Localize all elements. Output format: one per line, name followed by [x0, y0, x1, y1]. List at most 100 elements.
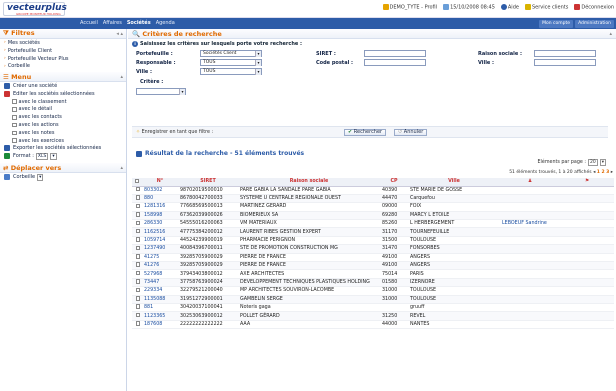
panel-tools[interactable]: ▴ — [120, 74, 123, 80]
row-checkbox[interactable] — [132, 311, 142, 321]
table-row[interactable]: 1059714 44524239900019 PHARMACIE PÉRIGNON 3… — [132, 236, 614, 246]
cell-number[interactable]: 1059714 — [142, 236, 178, 246]
tab-0[interactable]: Accueil — [80, 20, 98, 26]
cell-raison-sociale[interactable]: GAMBELIN SERGE — [238, 295, 380, 304]
next-icon[interactable]: ▸ — [611, 170, 613, 175]
responsable-select[interactable]: TOUS ▾ — [200, 59, 262, 66]
row-checkbox[interactable] — [132, 194, 142, 204]
menu-option[interactable]: avec les contacts — [0, 113, 126, 121]
tab-3[interactable]: Agenda — [156, 20, 175, 26]
cell-contact[interactable] — [500, 311, 560, 321]
row-checkbox[interactable] — [132, 320, 142, 330]
row-checkbox[interactable] — [132, 295, 142, 304]
menu-item[interactable]: Créer une société — [0, 82, 126, 90]
row-checkbox[interactable] — [132, 227, 142, 237]
table-row[interactable]: 41275 39285705900029 PIERRE DE FRANCE 49100… — [132, 253, 614, 263]
raison-sociale-input[interactable] — [534, 50, 596, 57]
row-checkbox[interactable] — [132, 244, 142, 254]
cell-raison-sociale[interactable]: AAA — [238, 320, 380, 330]
checkbox[interactable] — [12, 122, 17, 128]
table-row[interactable]: 41276 39285705900029 PIERRE DE FRANCE 49100… — [132, 261, 614, 271]
checkbox[interactable] — [12, 115, 17, 120]
table-row[interactable]: 1162516 47775384200012 LAURENT RIBES GESTI… — [132, 227, 614, 237]
row-checkbox[interactable] — [132, 278, 142, 288]
cell-contact[interactable] — [500, 227, 560, 237]
col-cp[interactable]: CP — [380, 178, 408, 187]
menu-item[interactable]: Exporter les sociétés sélectionnées — [0, 145, 126, 153]
cell-number[interactable]: 880 — [142, 194, 178, 204]
cell-number[interactable]: 41276 — [142, 261, 178, 271]
cell-number[interactable]: 1123365 — [142, 311, 178, 321]
cell-raison-sociale[interactable]: PIERRE DE FRANCE — [238, 261, 380, 271]
prev-icon[interactable]: ◂ — [593, 170, 595, 175]
cell-contact[interactable] — [500, 202, 560, 212]
tab-1[interactable]: Affaires — [103, 20, 122, 26]
row-checkbox[interactable] — [132, 253, 142, 263]
cell-contact[interactable] — [500, 269, 560, 279]
format-dropdown-arrow[interactable]: ▾ — [50, 152, 57, 160]
panel-tools[interactable]: ◂ ▴ — [116, 31, 123, 37]
move-dropdown-arrow[interactable]: ▾ — [37, 173, 44, 181]
cell-raison-sociale[interactable]: SYSTEME U CENTRALE REGIONALE OUEST — [238, 194, 380, 204]
cell-number[interactable]: 187608 — [142, 320, 178, 330]
row-checkbox[interactable] — [132, 186, 142, 195]
per-page-dropdown-arrow[interactable]: ▾ — [599, 159, 606, 166]
pager[interactable]: ◂ 1 2 3 ▸ — [593, 170, 613, 175]
cell-contact[interactable] — [500, 211, 560, 221]
cell-raison-sociale[interactable]: STE DE PROMOTION CONSTRUCTION MG — [238, 244, 380, 254]
cell-raison-sociale[interactable]: PHARMACIE PÉRIGNON — [238, 236, 380, 246]
cell-raison-sociale[interactable]: AXE ARCHITECTES — [238, 269, 380, 279]
row-checkbox[interactable] — [132, 261, 142, 271]
col-raison-sociale[interactable]: Raison sociale — [238, 178, 380, 187]
checkbox[interactable] — [12, 99, 17, 104]
cell-raison-sociale[interactable]: VM MATERIAUX — [238, 219, 380, 229]
cell-contact[interactable] — [500, 261, 560, 271]
vecteurplus-logo[interactable]: vecteurplus GROUPE MONITEUR HOLDING — [3, 2, 67, 16]
cell-contact[interactable] — [500, 286, 560, 296]
cell-number[interactable]: 229334 — [142, 286, 178, 296]
tab-2[interactable]: Sociétés — [127, 20, 151, 26]
logout-link[interactable]: Déconnexion — [574, 4, 614, 11]
cell-raison-sociale[interactable]: Noteris gaga — [238, 303, 380, 313]
cell-contact[interactable] — [500, 244, 560, 254]
menu-option[interactable]: avec les actions — [0, 121, 126, 129]
select-all-checkbox[interactable] — [132, 178, 142, 187]
format-select[interactable]: XLS — [35, 152, 49, 160]
cell-raison-sociale[interactable]: POLLET GÉRARD — [238, 311, 380, 321]
cell-number[interactable]: 1162516 — [142, 227, 178, 237]
user-profile-link[interactable]: DEMO_TYTE - Profil — [382, 4, 437, 11]
cell-number[interactable]: 1281316 — [142, 202, 178, 212]
table-row[interactable]: 1237490 40084396700011 STE DE PROMOTION CO… — [132, 244, 614, 254]
menu-item[interactable]: Editer les sociétés sélectionnées — [0, 90, 126, 98]
menu-option[interactable]: avec le classement — [0, 98, 126, 106]
table-row[interactable]: 229334 32279521200040 MP ARCHITECTES SOUVI… — [132, 286, 614, 296]
checkbox[interactable] — [12, 130, 17, 136]
col-siret[interactable]: SIRET — [178, 178, 238, 187]
cell-number[interactable]: 881 — [142, 303, 178, 313]
cell-raison-sociale[interactable]: PIERRE DE FRANCE — [238, 253, 380, 263]
ville-select[interactable]: TOUS ▾ — [200, 68, 262, 75]
table-row[interactable]: 1123365 30253063900012 POLLET GÉRARD 31250 R… — [132, 311, 614, 321]
cell-number[interactable]: 41275 — [142, 253, 178, 263]
menu-option[interactable]: avec les exercices — [0, 137, 126, 145]
cell-contact[interactable] — [500, 194, 560, 204]
critere-select[interactable]: ▾ — [136, 88, 186, 95]
table-row[interactable]: 1135088 31951272900001 GAMBELIN SERGE 31000… — [132, 295, 614, 304]
cell-raison-sociale[interactable]: PARE GABIA LA SANDALE PARE GABIA — [238, 186, 380, 195]
table-row[interactable]: 527968 37943403800012 AXE ARCHITECTES 75014… — [132, 269, 614, 279]
table-row[interactable]: 187608 22222222222222 AAA 44000 NANTES — [132, 320, 614, 330]
cell-contact[interactable] — [500, 295, 560, 304]
siret-input[interactable] — [364, 50, 426, 57]
row-checkbox[interactable] — [132, 211, 142, 221]
table-row[interactable]: 73447 37758763900024 DEVELOPPEMENT TECHNIQ… — [132, 278, 614, 288]
service-link[interactable]: Service clients — [524, 4, 568, 11]
cell-number[interactable]: 803302 — [142, 186, 178, 195]
table-row[interactable]: 286330 54555016200063 VM MATERIAUX 85260 L H… — [132, 219, 614, 229]
row-checkbox[interactable] — [132, 219, 142, 229]
table-row[interactable]: 803302 98702019500010 PARE GABIA LA SANDAL… — [132, 186, 614, 195]
cell-contact[interactable] — [500, 236, 560, 246]
cell-raison-sociale[interactable]: LAURENT RIBES GESTION EXPERT — [238, 227, 380, 237]
row-checkbox[interactable] — [132, 286, 142, 296]
help-link[interactable]: Aide — [500, 4, 519, 11]
table-row[interactable]: 158998 67362039900026 BIOMERIEUX SA 69280 MA… — [132, 211, 614, 221]
